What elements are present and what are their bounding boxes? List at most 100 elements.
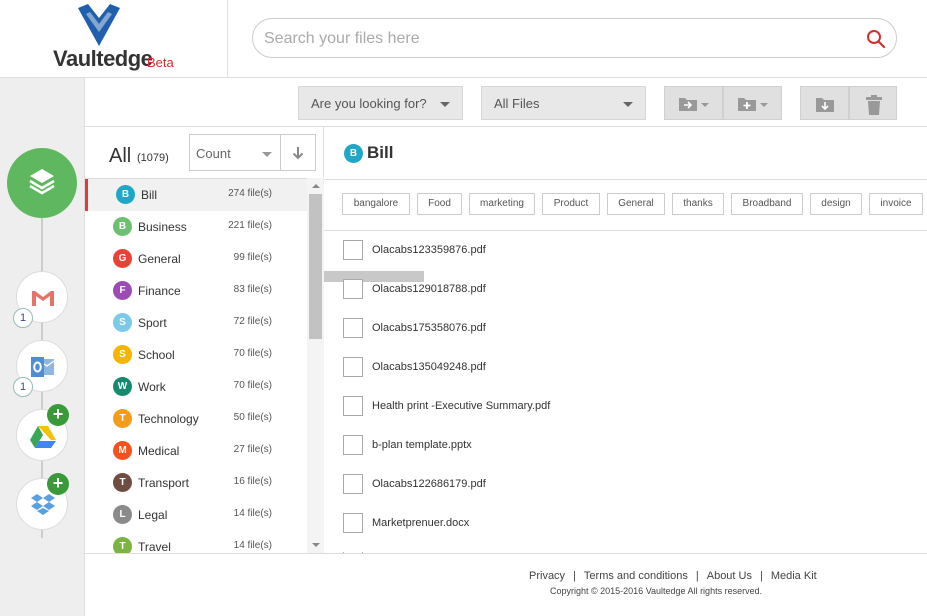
file-row[interactable]: b-plan template.pptx	[324, 426, 927, 465]
category-item-travel[interactable]: T Travel 14 file(s)	[85, 531, 307, 553]
connect-dropbox-button[interactable]: +	[47, 473, 69, 495]
category-count: 83 file(s)	[233, 284, 272, 295]
tag-bar: bangalore Food marketing Product General…	[324, 179, 927, 282]
category-header: All (1079) Count	[85, 127, 324, 179]
file-name[interactable]: Olacabs122686179.pdf	[372, 478, 486, 490]
type-filter-value: Are you looking for?	[311, 96, 427, 111]
tag-chip[interactable]: Broadband	[731, 193, 803, 215]
source-rail: 1 1 + +	[0, 78, 85, 616]
file-checkbox[interactable]	[343, 240, 363, 260]
category-item-legal[interactable]: L Legal 14 file(s)	[85, 499, 307, 531]
scrollbar-thumb[interactable]	[309, 194, 322, 339]
selected-category-avatar: B	[344, 144, 363, 163]
file-checkbox[interactable]	[343, 357, 363, 377]
search-icon[interactable]	[866, 29, 886, 49]
tag-chip[interactable]: thanks	[672, 193, 724, 215]
tag-chip[interactable]: design	[810, 193, 862, 215]
gmail-icon	[32, 291, 54, 306]
file-name[interactable]: Olacabs175358076.pdf	[372, 322, 486, 334]
file-row[interactable]: Olacabs123359876.pdf	[324, 231, 927, 270]
category-item-school[interactable]: S School 70 file(s)	[85, 339, 307, 371]
outlook-icon	[31, 357, 55, 377]
tag-chip[interactable]: Product	[542, 193, 600, 215]
tag-chip[interactable]: invoice	[869, 193, 923, 215]
file-name[interactable]: Olacabs123359876.pdf	[372, 244, 486, 256]
add-folder-button[interactable]	[723, 86, 782, 120]
category-count: 221 file(s)	[228, 220, 272, 231]
file-checkbox[interactable]	[343, 396, 363, 416]
file-name[interactable]: Health print -Executive Summary.pdf	[372, 400, 550, 412]
privacy-link[interactable]: Privacy	[529, 570, 565, 582]
download-button[interactable]	[800, 86, 849, 120]
arrow-down-icon	[292, 147, 304, 160]
tag-chip[interactable]: General	[607, 193, 665, 215]
source-outlook[interactable]: 1	[13, 340, 68, 397]
file-checkbox[interactable]	[343, 474, 363, 494]
sort-direction-button[interactable]	[281, 134, 316, 171]
file-checkbox[interactable]	[343, 279, 363, 299]
category-avatar: S	[113, 313, 132, 332]
category-item-technology[interactable]: T Technology 50 file(s)	[85, 403, 307, 435]
beta-badge: Beta	[147, 55, 174, 70]
file-name[interactable]: Olacabs129018788.pdf	[372, 283, 486, 295]
toolbar: Are you looking for? All Files	[85, 78, 927, 127]
add-folder-icon	[738, 98, 768, 111]
category-item-finance[interactable]: F Finance 83 file(s)	[85, 275, 307, 307]
all-categories-label[interactable]: All	[109, 145, 131, 168]
file-filter-dropdown[interactable]: All Files	[481, 86, 646, 120]
file-name[interactable]: Olacabs135049248.pdf	[372, 361, 486, 373]
file-checkbox[interactable]	[343, 513, 363, 533]
file-row[interactable]: Olacabs175358076.pdf	[324, 309, 927, 348]
all-sources-button[interactable]	[7, 148, 77, 218]
type-filter-dropdown[interactable]: Are you looking for?	[298, 86, 463, 120]
download-icon	[816, 98, 834, 112]
footer: Privacy | Terms and conditions | About Us | Me…	[85, 553, 927, 616]
delete-button[interactable]	[849, 86, 897, 120]
media-kit-link[interactable]: Media Kit	[771, 570, 817, 582]
trash-icon	[866, 95, 882, 115]
category-item-general[interactable]: G General 99 file(s)	[85, 243, 307, 275]
source-google-drive[interactable]: +	[16, 404, 69, 461]
category-count: 99 file(s)	[233, 252, 272, 263]
layers-icon	[29, 169, 55, 195]
tag-chip[interactable]: marketing	[469, 193, 535, 215]
file-checkbox[interactable]	[343, 318, 363, 338]
file-row[interactable]: Olacabs129018788.pdf	[324, 270, 927, 309]
file-panel: B Bill bangalore Food marketing Product …	[324, 127, 927, 554]
category-avatar: T	[113, 409, 132, 428]
category-item-work[interactable]: W Work 70 file(s)	[85, 371, 307, 403]
tag-chip[interactable]: bangalore	[342, 193, 410, 215]
app-root: Vaultedge Beta 1	[0, 0, 927, 616]
category-item-sport[interactable]: S Sport 72 file(s)	[85, 307, 307, 339]
terms-link[interactable]: Terms and conditions	[584, 570, 688, 582]
category-name: Travel	[138, 540, 171, 553]
source-gmail[interactable]: 1	[13, 271, 68, 328]
move-to-folder-button[interactable]	[664, 86, 723, 120]
connect-google-drive-button[interactable]: +	[47, 404, 69, 426]
file-name[interactable]: b-plan template.pptx	[372, 439, 472, 451]
category-item-bill[interactable]: B Bill 274 file(s)	[85, 179, 307, 211]
search-input[interactable]	[264, 28, 844, 50]
category-item-medical[interactable]: M Medical 27 file(s)	[85, 435, 307, 467]
category-count: 50 file(s)	[233, 412, 272, 423]
source-dropbox[interactable]: +	[16, 473, 69, 530]
logo[interactable]: Vaultedge Beta	[0, 0, 228, 78]
file-checkbox[interactable]	[343, 435, 363, 455]
scroll-down-icon[interactable]	[312, 543, 320, 547]
file-row[interactable]: Olacabs122686179.pdf	[324, 465, 927, 504]
outlook-count-badge: 1	[13, 377, 33, 397]
file-name[interactable]: Marketprenuer.docx	[372, 517, 469, 529]
tag-chip[interactable]: Food	[417, 193, 462, 215]
category-avatar: T	[113, 473, 132, 492]
copyright: Copyright © 2015-2016 Vaultedge All righ…	[550, 586, 763, 596]
file-row[interactable]: Health print -Executive Summary.pdf	[324, 387, 927, 426]
about-us-link[interactable]: About Us	[707, 570, 752, 582]
sort-dropdown[interactable]: Count	[189, 134, 281, 171]
file-row[interactable]: Olacabs135049248.pdf	[324, 348, 927, 387]
category-scrollbar[interactable]	[307, 178, 324, 553]
category-count: 70 file(s)	[233, 348, 272, 359]
category-item-business[interactable]: B Business 221 file(s)	[85, 211, 307, 243]
file-row[interactable]: Marketprenuer.docx	[324, 504, 927, 543]
category-item-transport[interactable]: T Transport 16 file(s)	[85, 467, 307, 499]
scroll-up-icon[interactable]	[312, 184, 320, 188]
